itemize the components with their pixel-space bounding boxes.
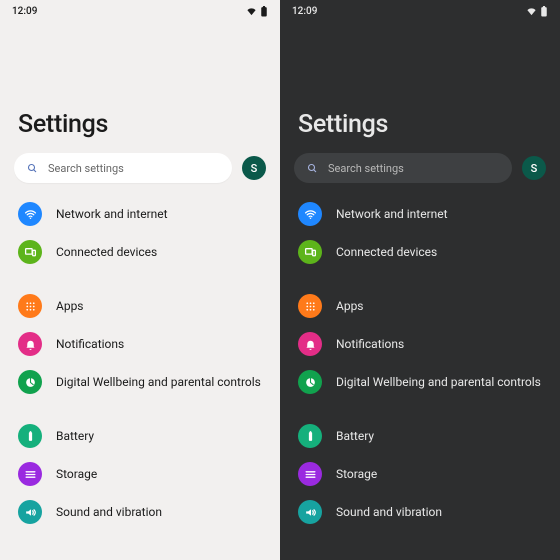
settings-item-storage[interactable]: Storage [0,455,280,493]
wifi-icon [526,6,537,17]
battery-icon [260,6,268,17]
status-bar: 12:09 [280,0,560,22]
settings-list: Network and internet Connected devices App… [0,191,280,531]
status-bar: 12:09 [0,0,280,22]
bell-icon [18,332,42,356]
status-indicators [526,6,548,17]
settings-item-battery[interactable]: Battery [0,417,280,455]
battery-icon [298,424,322,448]
page-title: Settings [280,22,560,153]
apps-icon [298,294,322,318]
wifi-icon [246,6,257,17]
search-input[interactable]: Search settings [294,153,512,183]
battery-icon [540,6,548,17]
settings-item-devices[interactable]: Connected devices [280,233,560,271]
page-title: Settings [0,22,280,153]
wellbeing-icon [18,370,42,394]
search-input[interactable]: Search settings [14,153,232,183]
wifi-icon [18,202,42,226]
settings-item-devices[interactable]: Connected devices [0,233,280,271]
status-time: 12:09 [292,6,317,17]
profile-avatar[interactable]: S [242,156,266,180]
search-row: Search settings S [0,153,280,191]
settings-item-label: Storage [56,467,97,481]
settings-item-bell[interactable]: Notifications [280,325,560,363]
settings-item-label: Notifications [56,337,124,351]
settings-item-sound[interactable]: Sound and vibration [0,493,280,531]
status-time: 12:09 [12,6,37,17]
settings-item-wellbeing[interactable]: Digital Wellbeing and parental controls [0,363,280,401]
settings-item-label: Connected devices [336,245,437,259]
settings-item-sound[interactable]: Sound and vibration [280,493,560,531]
devices-icon [18,240,42,264]
profile-avatar[interactable]: S [522,156,546,180]
settings-item-label: Network and internet [336,207,448,221]
settings-item-label: Digital Wellbeing and parental controls [336,375,541,389]
apps-icon [18,294,42,318]
settings-item-label: Battery [56,429,94,443]
search-row: Search settings S [280,153,560,191]
bell-icon [298,332,322,356]
settings-item-label: Battery [336,429,374,443]
devices-icon [298,240,322,264]
battery-icon [18,424,42,448]
wellbeing-icon [298,370,322,394]
storage-icon [298,462,322,486]
settings-item-label: Apps [56,299,84,313]
settings-item-storage[interactable]: Storage [280,455,560,493]
sound-icon [18,500,42,524]
settings-item-label: Apps [336,299,364,313]
settings-item-wifi[interactable]: Network and internet [280,195,560,233]
settings-item-wifi[interactable]: Network and internet [0,195,280,233]
settings-item-label: Notifications [336,337,404,351]
status-indicators [246,6,268,17]
settings-item-label: Sound and vibration [56,505,162,519]
search-placeholder: Search settings [328,162,404,175]
search-icon [26,162,38,174]
settings-item-label: Storage [336,467,377,481]
settings-item-wellbeing[interactable]: Digital Wellbeing and parental controls [280,363,560,401]
settings-item-apps[interactable]: Apps [0,287,280,325]
storage-icon [18,462,42,486]
settings-item-battery[interactable]: Battery [280,417,560,455]
settings-list: Network and internet Connected devices App… [280,191,560,531]
settings-pane-light: 12:09 Settings Search settings S Network an… [0,0,280,560]
settings-item-label: Sound and vibration [336,505,442,519]
settings-item-label: Digital Wellbeing and parental controls [56,375,261,389]
settings-item-apps[interactable]: Apps [280,287,560,325]
settings-item-label: Connected devices [56,245,157,259]
settings-pane-dark: 12:09 Settings Search settings S Network an… [280,0,560,560]
settings-item-label: Network and internet [56,207,168,221]
sound-icon [298,500,322,524]
search-icon [306,162,318,174]
settings-item-bell[interactable]: Notifications [0,325,280,363]
search-placeholder: Search settings [48,162,124,175]
wifi-icon [298,202,322,226]
